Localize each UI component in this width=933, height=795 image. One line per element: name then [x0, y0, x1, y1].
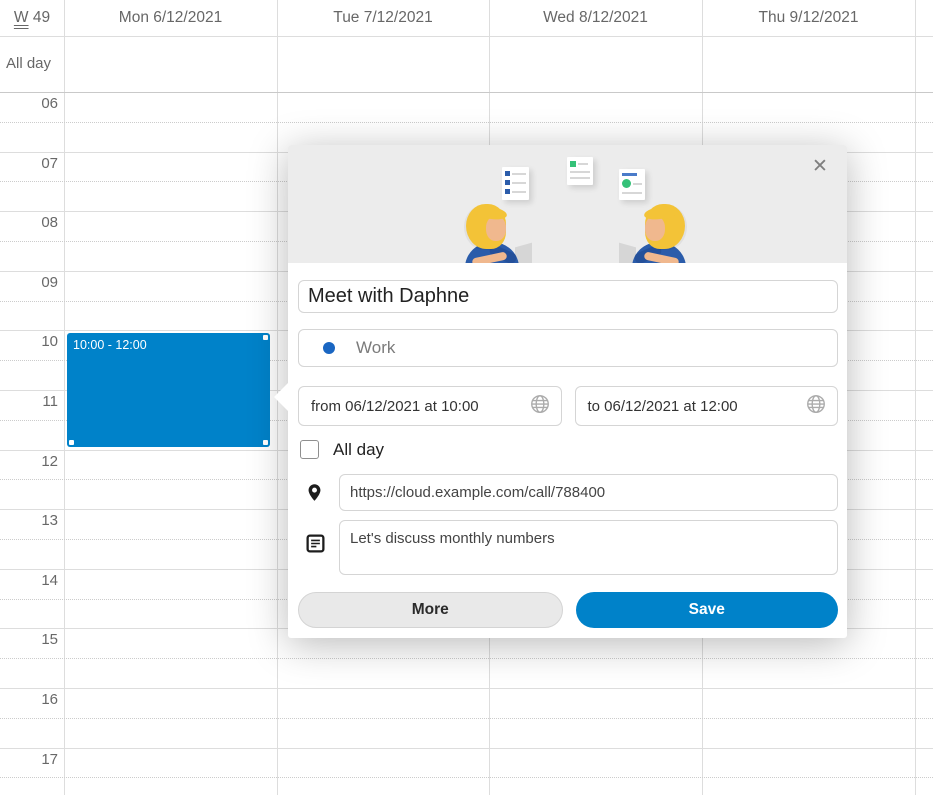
- close-icon: ✕: [812, 155, 828, 178]
- description-textarea[interactable]: Let's discuss monthly numbers: [339, 520, 838, 575]
- calendar-header: W 49 Mon 6/12/2021 Tue 7/12/2021 Wed 8/1…: [0, 0, 933, 37]
- all-day-option-row: All day: [298, 439, 838, 460]
- day-header-tue[interactable]: Tue 7/12/2021: [277, 0, 489, 36]
- event-editor-dialog: ✕ Work from 06/12/2021 at 10:00 to 06/12…: [288, 145, 847, 638]
- dialog-arrow: [274, 383, 288, 411]
- all-day-row-label: All day: [6, 36, 51, 92]
- hour-label: 14: [0, 572, 58, 589]
- timezone-globe-icon[interactable]: [529, 393, 551, 419]
- document-card: [567, 157, 593, 185]
- meeting-illustration: [288, 145, 847, 263]
- calendar-color-dot: [323, 342, 335, 354]
- event-time-label: 10:00 - 12:00: [73, 338, 147, 352]
- all-day-checkbox[interactable]: [300, 440, 319, 459]
- week-icon: W: [14, 9, 29, 26]
- all-day-checkbox-label: All day: [333, 440, 384, 460]
- location-input[interactable]: [339, 474, 838, 511]
- timezone-globe-icon[interactable]: [805, 393, 827, 419]
- document-card: [502, 167, 529, 200]
- hour-label: 11: [0, 393, 58, 410]
- more-button[interactable]: More: [298, 592, 563, 628]
- calendar-picker[interactable]: Work: [298, 329, 838, 367]
- all-day-row: All day: [0, 36, 933, 93]
- calendar-picker-label: Work: [356, 338, 395, 358]
- hour-label: 15: [0, 631, 58, 648]
- hour-label: 06: [0, 95, 58, 112]
- event-resize-handle[interactable]: [263, 335, 268, 340]
- hour-label: 12: [0, 453, 58, 470]
- day-header-wed[interactable]: Wed 8/12/2021: [489, 0, 702, 36]
- end-datetime-value: to 06/12/2021 at 12:00: [588, 398, 738, 415]
- start-datetime-input[interactable]: from 06/12/2021 at 10:00: [298, 386, 562, 426]
- document-card: [619, 169, 645, 200]
- calendar-app: W 49 Mon 6/12/2021 Tue 7/12/2021 Wed 8/1…: [0, 0, 933, 795]
- week-number: W 49: [0, 0, 64, 36]
- day-header-thu[interactable]: Thu 9/12/2021: [702, 0, 915, 36]
- day-header-mon[interactable]: Mon 6/12/2021: [64, 0, 277, 36]
- date-row: from 06/12/2021 at 10:00 to 06/12/2021 a…: [298, 386, 838, 426]
- person-illustration: [451, 203, 535, 263]
- start-datetime-value: from 06/12/2021 at 10:00: [311, 398, 479, 415]
- hour-label: 17: [0, 751, 58, 768]
- save-button[interactable]: Save: [576, 592, 839, 628]
- description-row: Let's discuss monthly numbers: [298, 520, 838, 575]
- hour-label: 10: [0, 333, 58, 350]
- hour-label: 09: [0, 274, 58, 291]
- description-icon: [298, 520, 339, 575]
- event-resize-handle[interactable]: [69, 440, 74, 445]
- close-button[interactable]: ✕: [807, 153, 833, 179]
- hour-label: 16: [0, 691, 58, 708]
- hour-label: 13: [0, 512, 58, 529]
- location-row: [298, 474, 838, 511]
- hour-label: 08: [0, 214, 58, 231]
- hour-label: 07: [0, 155, 58, 172]
- dialog-buttons: More Save: [298, 592, 838, 628]
- event-resize-handle[interactable]: [263, 440, 268, 445]
- event-block[interactable]: 10:00 - 12:00: [67, 333, 270, 447]
- end-datetime-input[interactable]: to 06/12/2021 at 12:00: [575, 386, 839, 426]
- location-pin-icon: [298, 474, 339, 511]
- person-illustration: [616, 203, 700, 263]
- event-title-input[interactable]: [298, 280, 838, 313]
- dialog-body: Work from 06/12/2021 at 10:00 to 06/12/2…: [298, 263, 838, 628]
